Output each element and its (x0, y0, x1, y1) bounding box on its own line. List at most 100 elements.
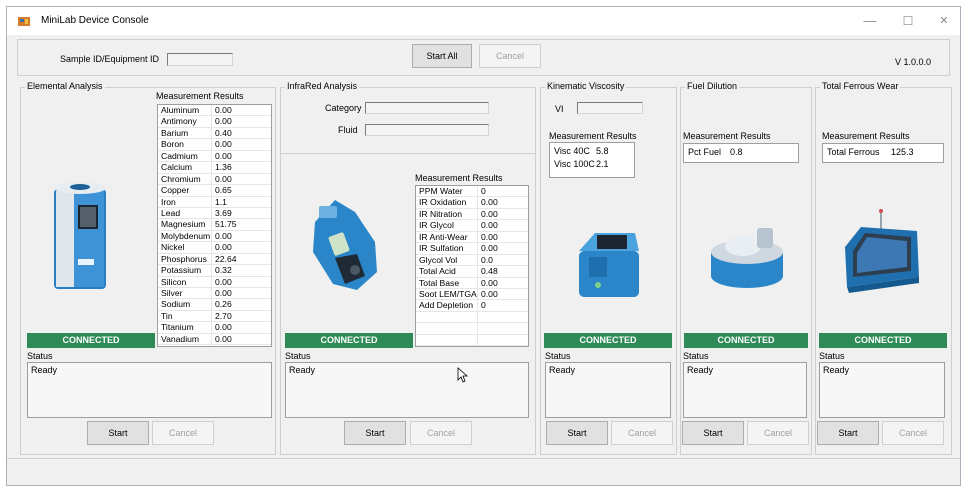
result-name: IR Glycol (416, 220, 478, 231)
ferrous-connected-badge: CONNECTED (819, 333, 947, 348)
ferrous-status-label: Status (819, 351, 845, 361)
result-name: Silicon (158, 276, 212, 287)
result-row: Boron 0.00 (158, 139, 271, 151)
result-row: Silicon 0.00 (158, 276, 271, 288)
elemental-results-header: Measurement Results (156, 91, 244, 101)
result-row: Molybdenum 0.00 (158, 230, 271, 243)
result-value: 5.8 (596, 146, 609, 156)
result-row: Calcium 1.36 (158, 162, 271, 174)
kinematic-status-label: Status (545, 351, 571, 361)
fuel-start-button[interactable]: Start (682, 421, 744, 445)
result-row: Vanadium 0.00 (158, 333, 271, 346)
maximize-button[interactable]: ☐ (891, 10, 925, 32)
result-value: 2.70 (215, 310, 232, 321)
result-name: Antimony (158, 116, 212, 127)
result-value: 0.8 (730, 147, 743, 157)
result-name: Glycol Vol (416, 254, 478, 266)
ferrous-results-header: Measurement Results (822, 131, 910, 141)
result-name: Boron (158, 139, 212, 150)
ferrous-start-button[interactable]: Start (817, 421, 879, 445)
infrared-cancel-button[interactable]: Cancel (410, 421, 472, 445)
kinematic-start-button[interactable]: Start (546, 421, 608, 445)
infrared-status-label: Status (285, 351, 311, 361)
infrared-start-button[interactable]: Start (344, 421, 406, 445)
vi-field[interactable] (577, 102, 643, 114)
result-row: Iron 1.1 (158, 196, 271, 208)
result-name: IR Sulfation (416, 243, 478, 254)
result-name: Vanadium (158, 333, 212, 345)
result-value: 1.05 (212, 345, 232, 346)
result-row: Total Ferrous 125.3 (823, 144, 943, 157)
result-row: Soot LEM/TGA 0.00 (416, 288, 528, 301)
result-name: IR Nitration (416, 208, 478, 220)
category-field[interactable] (365, 102, 489, 114)
result-row: Magnesium 51.75 (158, 219, 271, 231)
elemental-start-button[interactable]: Start (87, 421, 149, 445)
result-value: 0.0 (481, 254, 493, 265)
result-value: 1.36 (215, 162, 232, 173)
ferrous-results-table: Total Ferrous 125.3 (822, 143, 944, 163)
result-name: Pct Fuel (688, 147, 722, 157)
result-name: Potassium (158, 265, 212, 276)
result-value: 0.00 (481, 208, 498, 219)
result-value: 0.00 (215, 105, 232, 115)
result-value: 0.00 (215, 288, 232, 298)
kinematic-device-image (579, 233, 639, 297)
result-row: Barium 0.40 (158, 127, 271, 140)
result-name: Lead (158, 207, 212, 219)
result-value: 0.00 (215, 333, 232, 344)
result-row: Cadmium 0.00 (158, 150, 271, 163)
minimize-button[interactable]: — (853, 10, 887, 32)
cancel-all-button[interactable]: Cancel (479, 44, 541, 68)
result-name: Titanium (158, 322, 212, 333)
ferrous-device-image (845, 209, 919, 293)
result-row: Lead 3.69 (158, 207, 271, 220)
result-name: Soot LEM/TGA (416, 288, 478, 300)
category-label: Category (325, 103, 362, 113)
result-value: 1.1 (215, 196, 227, 207)
result-row: Nickel 0.00 (158, 242, 271, 254)
ferrous-cancel-button[interactable]: Cancel (882, 421, 944, 445)
result-row: IR Glycol 0.00 (416, 220, 528, 232)
kinematic-results-header: Measurement Results (549, 131, 637, 141)
elemental-device-image (54, 182, 106, 289)
ferrous-status-box: Ready (819, 362, 945, 418)
empty-result-row (416, 311, 528, 324)
infrared-results-header: Measurement Results (415, 173, 503, 183)
result-name: Molybdenum (158, 230, 212, 242)
close-button[interactable]: ✕ (927, 10, 960, 32)
result-name: Sodium (158, 299, 212, 310)
infrared-status-box: Ready (285, 362, 529, 418)
infrared-device-image (313, 200, 377, 290)
start-all-button[interactable]: Start All (412, 44, 472, 68)
result-row: Antimony 0.00 (158, 116, 271, 128)
result-row: Visc 100C 2.1 (550, 156, 634, 169)
result-name: Calcium (158, 162, 212, 173)
fuel-connected-badge: CONNECTED (684, 333, 808, 348)
result-row: PPM Water 0 (416, 186, 528, 198)
result-row: IR Anti-Wear 0.00 (416, 231, 528, 244)
result-value: 0.00 (215, 242, 232, 253)
result-row: IR Sulfation 0.00 (416, 243, 528, 255)
result-value: 0.00 (215, 116, 232, 127)
result-value: 2.1 (596, 159, 609, 169)
result-name: Visc 100C (554, 159, 595, 169)
app-icon (18, 17, 30, 26)
fuel-results-header: Measurement Results (683, 131, 771, 141)
elemental-results-table: Aluminum 0.00 Antimony 0.00 Barium 0.40 Boron 0… (157, 104, 272, 347)
elemental-cancel-button[interactable]: Cancel (152, 421, 214, 445)
result-value: 0.40 (215, 127, 232, 138)
result-name: Silver (158, 288, 212, 299)
kinematic-cancel-button[interactable]: Cancel (611, 421, 673, 445)
fuel-cancel-button[interactable]: Cancel (747, 421, 809, 445)
fuel-dilution-title: Fuel Dilution (685, 81, 740, 91)
vi-label: VI (555, 104, 564, 114)
result-value: 125.3 (891, 147, 914, 157)
empty-result-row (416, 323, 528, 335)
fuel-status-label: Status (683, 351, 709, 361)
result-name: Phosphorus (158, 253, 212, 265)
result-value: 0.00 (481, 231, 498, 242)
fluid-field[interactable] (365, 124, 489, 136)
fuel-results-table: Pct Fuel 0.8 (683, 143, 799, 163)
sample-id-input[interactable] (167, 53, 233, 66)
